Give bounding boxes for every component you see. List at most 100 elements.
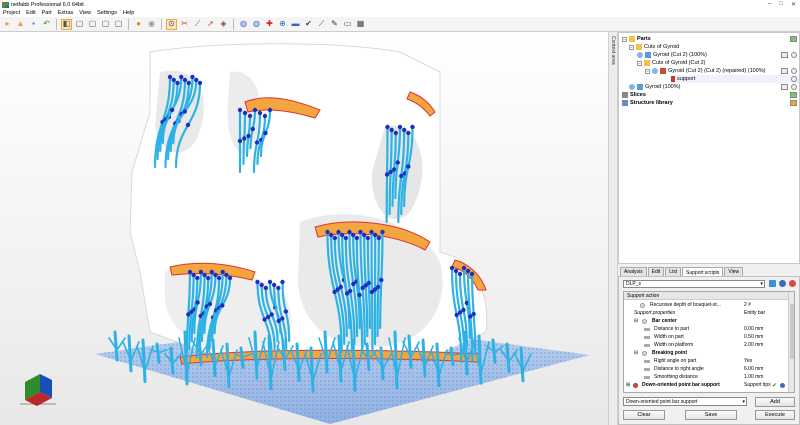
collapse-toggle-icon[interactable]: − <box>645 68 650 74</box>
view-front-icon[interactable]: ▢ <box>74 19 85 30</box>
brush-icon[interactable]: ✎ <box>329 19 340 30</box>
add-structure-icon[interactable] <box>790 100 797 106</box>
support-contact-point <box>194 77 199 83</box>
delete-circle-icon[interactable] <box>791 52 797 58</box>
tree-item-gyroid-100[interactable]: Gyroid (100%) <box>629 83 680 91</box>
undo-icon[interactable]: ↶ <box>41 19 52 30</box>
tree-item-cuts-of-gyroid-cut2[interactable]: − Cuts of Gyroid (Cut 2) <box>637 59 706 67</box>
support-contact-point <box>369 229 374 235</box>
tree-item-slices[interactable]: Slices <box>622 91 646 99</box>
render-icon[interactable]: ▭ <box>342 19 353 30</box>
view-back-icon[interactable]: ▢ <box>87 19 98 30</box>
grid-icon[interactable]: ▦ <box>355 19 366 30</box>
grid-scrollbar[interactable] <box>788 292 794 392</box>
close-icon[interactable]: ✕ <box>791 1 796 8</box>
settings-gear-icon[interactable] <box>779 280 786 287</box>
grid-row[interactable]: Distance to part 0.00 mm <box>624 325 790 333</box>
menu-help[interactable]: Help <box>123 10 134 16</box>
grid-row[interactable]: Support properties Entity bar <box>624 309 790 317</box>
check-icon[interactable]: ✔ <box>303 19 314 30</box>
tree-item-structure-library[interactable]: Structure library <box>622 99 673 107</box>
add-part-icon[interactable]: ▲ <box>15 19 26 30</box>
select-icon[interactable]: ⊙ <box>166 18 177 30</box>
globe-icon[interactable]: ◍ <box>238 19 249 30</box>
delete-circle-icon[interactable] <box>791 84 797 90</box>
zoom-icon[interactable]: ⊕ <box>277 19 288 30</box>
tree-item-gyroid-cut2[interactable]: Gyroid (Cut 2) (100%) <box>637 51 707 59</box>
menu-part[interactable]: Part <box>42 10 52 16</box>
mesh-toggle-icon[interactable] <box>781 52 788 58</box>
delete-script-icon[interactable] <box>789 280 796 287</box>
clear-button[interactable]: Clear <box>623 410 665 420</box>
open-project-icon[interactable]: ▸ <box>2 19 13 30</box>
save-icon[interactable]: ▪ <box>28 19 39 30</box>
add-script-icon[interactable] <box>769 280 776 287</box>
sphere-icon[interactable]: ◍ <box>251 19 262 30</box>
3d-viewport[interactable] <box>0 32 608 425</box>
expand-icon[interactable]: ⊟ <box>634 318 638 324</box>
view-iso-icon[interactable]: ◧ <box>61 18 72 30</box>
apply-check-icon[interactable]: ✔ <box>772 382 777 389</box>
grid-row[interactable]: Width on platform 2.00 mm <box>624 341 790 349</box>
mesh-toggle-icon[interactable] <box>781 68 788 74</box>
view-top-icon[interactable]: ▢ <box>113 19 124 30</box>
eye-icon[interactable] <box>629 84 635 90</box>
menu-edit[interactable]: Edit <box>26 10 35 16</box>
delete-circle-icon[interactable] <box>791 76 797 82</box>
execute-button[interactable]: Execute <box>755 410 795 420</box>
shading-icon[interactable]: ● <box>133 19 144 30</box>
expand-icon[interactable]: ⊞ <box>626 382 630 388</box>
repair-icon[interactable]: ✚ <box>264 19 275 30</box>
view-left-icon[interactable]: ▢ <box>100 19 111 30</box>
add-slice-icon[interactable] <box>790 92 797 98</box>
collapse-toggle-icon[interactable]: − <box>622 36 627 42</box>
grid-row[interactable]: Smoothing distance 1.00 mm <box>624 373 790 381</box>
tree-item-cuts-of-gyroid[interactable]: − Cuts of Gyroid <box>629 43 679 51</box>
property-icon <box>644 344 650 347</box>
tab-analysis[interactable]: Analysis <box>620 267 647 276</box>
save-button[interactable]: Save <box>685 410 737 420</box>
collapse-toggle-icon[interactable]: − <box>629 44 634 50</box>
add-part-icon[interactable] <box>790 36 797 42</box>
script-select[interactable]: DLP_s <box>623 280 765 288</box>
scale-icon[interactable]: ◈ <box>218 19 229 30</box>
grid-row[interactable]: ⊞ Down-oriented point bar support Suppor… <box>624 381 790 389</box>
support-bar <box>183 330 189 386</box>
move-icon[interactable]: ➚ <box>205 19 216 30</box>
menu-extras[interactable]: Extras <box>58 10 74 16</box>
minimize-icon[interactable]: – <box>768 1 771 8</box>
settings-gear-icon[interactable] <box>780 382 785 388</box>
mesh-toggle-icon[interactable] <box>781 84 788 90</box>
support-contact-point <box>175 80 180 86</box>
menu-settings[interactable]: Settings <box>97 10 117 16</box>
context-area-strip[interactable]: Context area <box>608 32 618 425</box>
tab-list[interactable]: List <box>665 267 682 276</box>
add-button[interactable]: Add <box>755 397 795 407</box>
scrollbar-thumb[interactable] <box>790 304 794 359</box>
tree-item-support[interactable]: support <box>671 75 799 83</box>
maximize-icon[interactable]: □ <box>779 1 783 8</box>
expand-icon[interactable]: ⊟ <box>634 350 638 356</box>
eye-icon[interactable] <box>637 52 643 58</box>
tree-item-gyroid-repaired[interactable]: − Gyroid (Cut 2) (Cut 2) (repaired) (100… <box>645 67 766 75</box>
texture-icon[interactable]: ◉ <box>146 19 157 30</box>
delete-circle-icon[interactable] <box>791 68 797 74</box>
tree-item-parts[interactable]: − Parts <box>622 35 651 43</box>
action-select[interactable]: Down-oriented point bar support <box>623 397 747 406</box>
grid-row[interactable]: Right angle on part Yes <box>624 357 790 365</box>
eye-icon[interactable] <box>652 68 658 74</box>
ruler-icon[interactable]: ▬ <box>290 19 301 30</box>
cut-icon[interactable]: ✂ <box>179 19 190 30</box>
menu-project[interactable]: Project <box>3 10 20 16</box>
grid-row[interactable]: Recursive depth of bouquet-st... 2 # <box>624 301 790 309</box>
tab-edit[interactable]: Edit <box>647 267 665 276</box>
grid-row[interactable]: ⊟ Bar center <box>624 317 790 325</box>
collapse-toggle-icon[interactable]: − <box>637 60 642 66</box>
tab-view[interactable]: View <box>724 267 744 276</box>
menu-view[interactable]: View <box>79 10 91 16</box>
measure-icon[interactable]: ⟋ <box>192 19 203 30</box>
grid-row[interactable]: ⊟ Breaking point <box>624 349 790 357</box>
grid-row[interactable]: Distance to right angle 6.00 mm <box>624 365 790 373</box>
grid-row[interactable]: Width on part 0.50 mm <box>624 333 790 341</box>
wand-icon[interactable]: ⟋ <box>316 19 327 30</box>
